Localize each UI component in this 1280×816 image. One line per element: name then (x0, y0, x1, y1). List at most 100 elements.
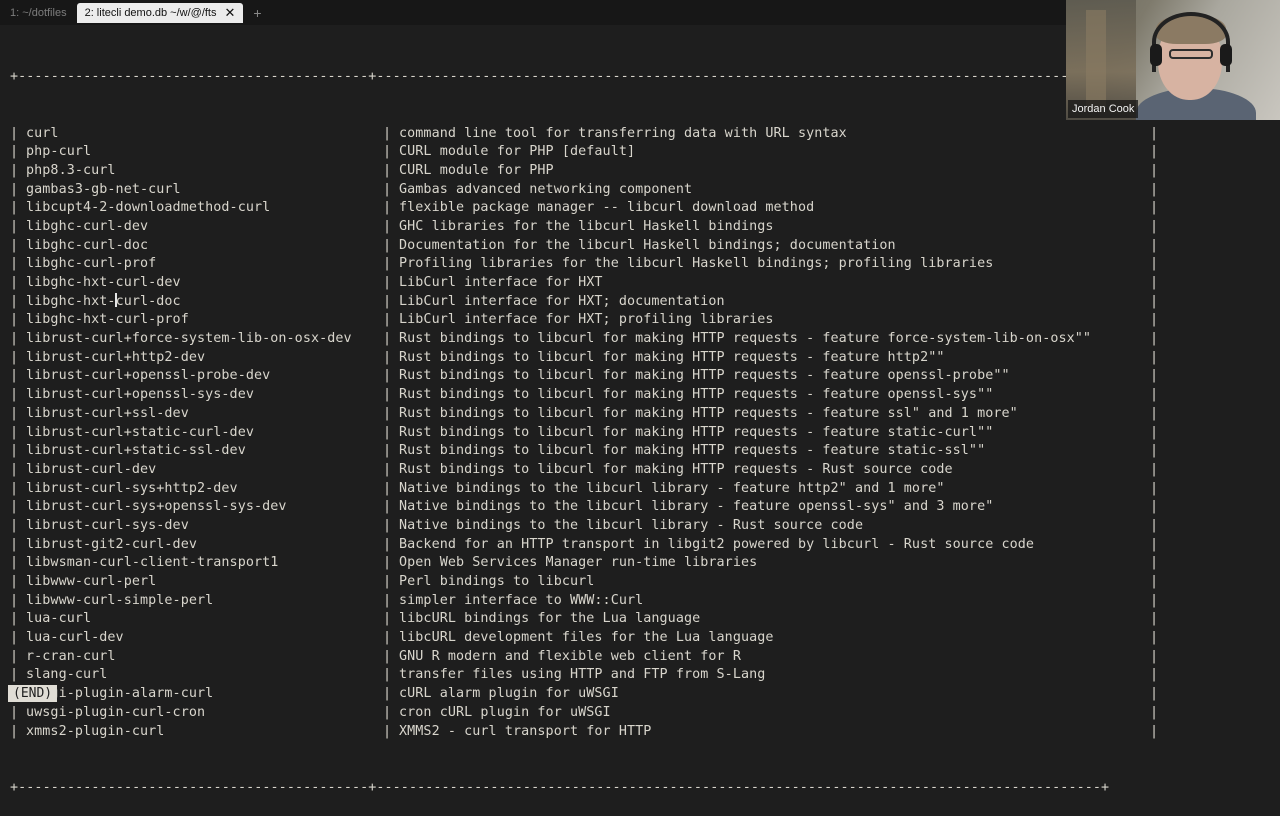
column-separator: | (1150, 536, 1159, 552)
new-tab-button[interactable]: + (253, 5, 261, 21)
description-cell: Documentation for the libcurl Haskell bi… (399, 237, 896, 253)
column-separator: | (383, 331, 392, 347)
table-row: | librust-curl-sys-dev | Native bindings to… (10, 517, 1160, 536)
column-separator: | (383, 349, 392, 365)
column-separator: | (1150, 275, 1159, 290)
table-row: | libghc-curl-doc | Documentation for the l… (10, 237, 1160, 256)
description-cell: Rust bindings to libcurl for making HTTP… (399, 405, 1018, 421)
table-row: | libwww-curl-simple-perl | simpler interfa… (10, 592, 1160, 611)
table-row: | libghc-hxt-curl-doc | LibCurl interface f… (10, 292, 1160, 312)
table-row: | librust-curl+openssl-probe-dev | Rust bin… (10, 367, 1160, 386)
column-separator: | (10, 461, 19, 477)
column-separator: | (383, 667, 392, 683)
column-separator: | (1150, 331, 1159, 347)
package-name-cell: librust-curl+openssl-probe-dev (26, 368, 271, 384)
close-icon[interactable]: ✕ (225, 6, 236, 19)
table-row: | php-curl | CURL module for PHP [default] | (10, 143, 1160, 162)
column-separator: | (383, 480, 392, 496)
column-separator: | (10, 200, 19, 216)
description-cell: LibCurl interface for HXT; documentation (399, 293, 725, 309)
column-separator: | (10, 536, 19, 552)
column-separator: | (383, 499, 392, 515)
description-cell: GNU R modern and flexible web client for… (399, 648, 741, 664)
package-name-cell: librust-curl-dev (26, 461, 157, 477)
column-separator: | (10, 499, 19, 515)
webcam-overlay: Jordan Cook (1066, 0, 1280, 120)
table-row: | uwsgi-plugin-alarm-curl | cURL alarm plug… (10, 685, 1160, 704)
description-cell: XMMS2 - curl transport for HTTP (399, 723, 652, 739)
headset-icon (1152, 12, 1230, 72)
column-separator: | (10, 349, 19, 365)
column-separator: | (383, 312, 392, 328)
headset-earcup-left (1150, 44, 1162, 66)
package-name-cell: libghc-curl-prof (26, 256, 157, 272)
column-separator: | (10, 480, 19, 496)
description-cell: libcURL bindings for the Lua language (399, 611, 701, 627)
column-separator: | (383, 293, 392, 309)
description-cell: Rust bindings to libcurl for making HTTP… (399, 461, 953, 477)
column-separator: | (383, 162, 392, 178)
column-separator: | (1150, 723, 1159, 739)
package-name-cell: php-curl (26, 144, 92, 160)
column-separator: | (1150, 648, 1159, 664)
package-name-cell: librust-git2-curl-dev (26, 536, 197, 552)
package-name-cell: libcupt4-2-downloadmethod-curl (26, 200, 271, 216)
column-separator: | (1150, 293, 1159, 309)
terminal-output[interactable]: +---------------------------------------… (10, 31, 1160, 816)
table-row: | libghc-hxt-curl-prof | LibCurl interface … (10, 311, 1160, 330)
table-row: | libghc-curl-dev | GHC libraries for the l… (10, 218, 1160, 237)
column-separator: | (10, 443, 19, 459)
description-cell: Native bindings to the libcurl library -… (399, 480, 945, 496)
table-row: | libwsman-curl-client-transport1 | Open We… (10, 554, 1160, 573)
tab-dotfiles[interactable]: 1: ~/dotfiles (2, 3, 75, 23)
package-name-cell: uwsgi-plugin-alarm-curl (26, 686, 214, 702)
column-separator: | (383, 517, 392, 533)
package-name-cell: r-cran-curl (26, 648, 116, 664)
package-name-cell: librust-curl-sys+http2-dev (26, 480, 238, 496)
column-separator: | (383, 536, 392, 552)
column-separator: | (1150, 200, 1159, 216)
column-separator: | (1150, 630, 1159, 646)
table-row: | lua-curl-dev | libcURL development files … (10, 629, 1160, 648)
package-name-cell: libghc-curl-dev (26, 218, 149, 234)
description-cell: CURL module for PHP (399, 162, 554, 178)
column-separator: | (1150, 611, 1159, 627)
table-row: | xmms2-plugin-curl | XMMS2 - curl transpor… (10, 723, 1160, 742)
table-row: | librust-curl+http2-dev | Rust bindings to… (10, 349, 1160, 368)
column-separator: | (1150, 480, 1159, 496)
column-separator: | (10, 331, 19, 347)
column-separator: | (383, 181, 392, 197)
pager-status: (END) (8, 685, 58, 702)
column-separator: | (1150, 237, 1159, 253)
column-separator: | (383, 237, 392, 253)
tab-litecli[interactable]: 2: litecli demo.db ~/w/@/fts ✕ (76, 2, 244, 23)
description-cell: CURL module for PHP [default] (399, 144, 636, 160)
package-name-cell: librust-curl+force-system-lib-on-osx-dev (26, 331, 352, 347)
column-separator: | (383, 592, 392, 608)
column-separator: | (383, 630, 392, 646)
package-name-cell: libwww-curl-simple-perl (26, 592, 214, 608)
column-separator: | (383, 686, 392, 702)
description-cell: Rust bindings to libcurl for making HTTP… (399, 443, 986, 459)
column-separator: | (1150, 162, 1159, 178)
column-separator: | (1150, 256, 1159, 272)
tab-label: 2: litecli demo.db ~/w/@/fts (84, 6, 217, 19)
column-separator: | (383, 387, 392, 403)
column-separator: | (383, 125, 392, 141)
package-name-cell: php8.3-curl (26, 162, 116, 178)
package-name-cell: slang-curl (26, 667, 108, 683)
table-border-bottom: +---------------------------------------… (10, 779, 1110, 795)
column-separator: | (383, 555, 392, 571)
package-name-cell: librust-curl+static-curl-dev (26, 424, 254, 440)
description-cell: Rust bindings to libcurl for making HTTP… (399, 424, 994, 440)
package-name-cell: librust-curl+openssl-sys-dev (26, 387, 254, 403)
column-separator: | (1150, 555, 1159, 571)
description-cell: Rust bindings to libcurl for making HTTP… (399, 349, 945, 365)
column-separator: | (383, 275, 392, 290)
column-separator: | (383, 443, 392, 459)
column-separator: | (10, 368, 19, 384)
table-row: | slang-curl | transfer files using HTTP an… (10, 666, 1160, 685)
tab-label: 1: ~/dotfiles (10, 6, 67, 19)
description-cell: Backend for an HTTP transport in libgit2… (399, 536, 1035, 552)
column-separator: | (1150, 667, 1159, 683)
